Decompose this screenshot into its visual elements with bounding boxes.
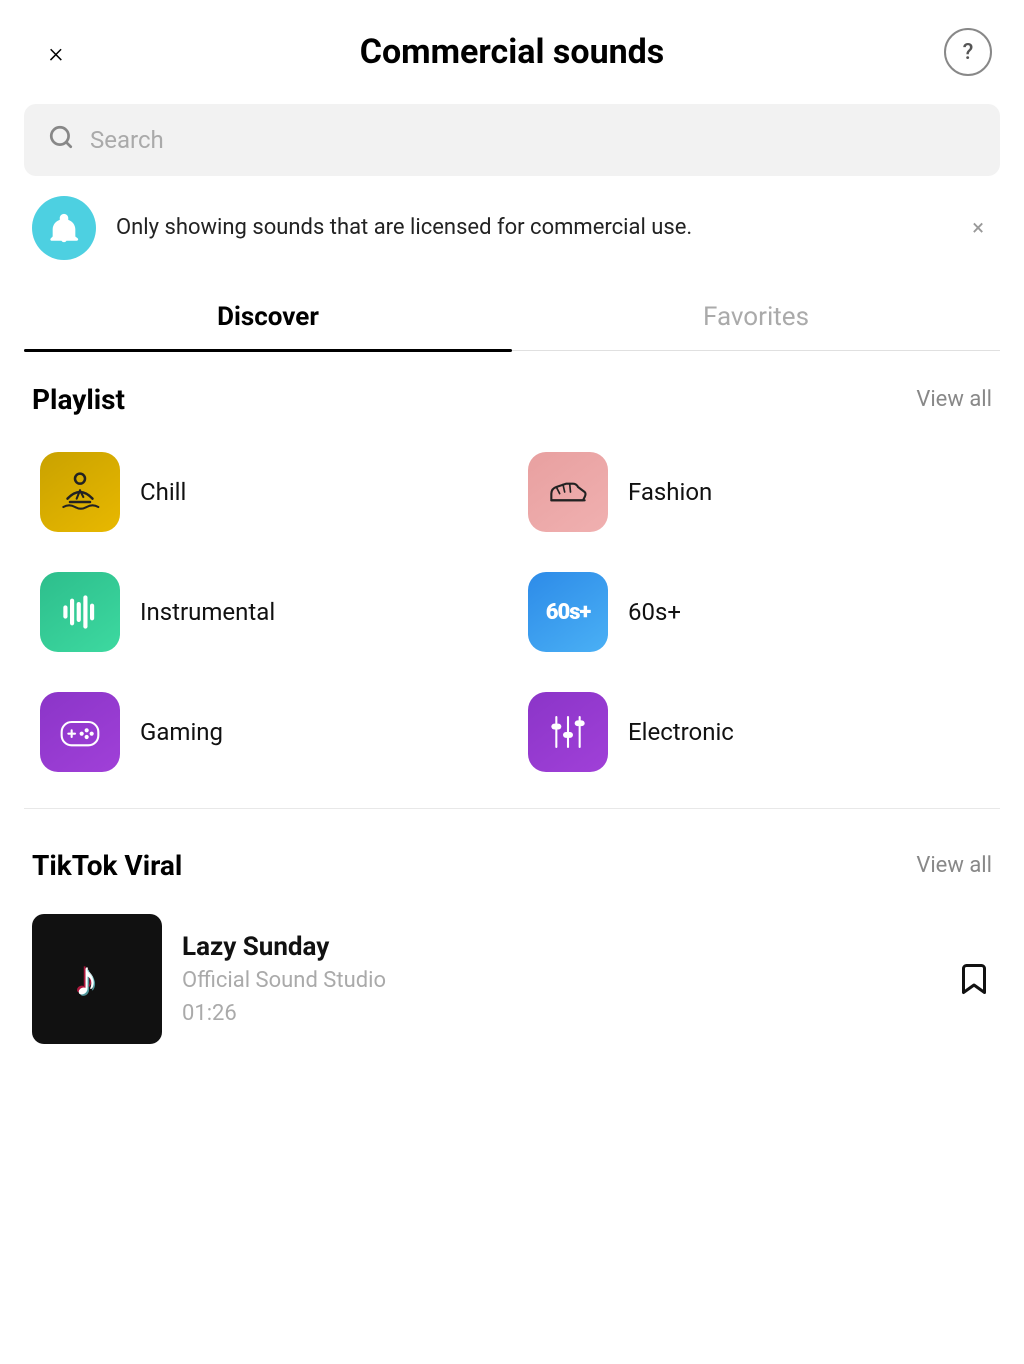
60s-icon: 60s+: [528, 572, 608, 652]
playlist-item-instrumental[interactable]: Instrumental: [24, 552, 512, 672]
electronic-label: Electronic: [628, 718, 734, 746]
tiktok-viral-view-all[interactable]: View all: [916, 853, 992, 878]
search-bar[interactable]: Search: [24, 104, 1000, 176]
search-icon: [48, 124, 74, 156]
tiktok-viral-title: TikTok Viral: [32, 849, 182, 882]
bookmark-button[interactable]: [956, 961, 992, 997]
tiktok-viral-section-header: TikTok Viral View all: [0, 825, 1024, 898]
page-title: Commercial sounds: [80, 32, 944, 72]
viral-track-thumbnail: ♪ ♪ ♪ ♪: [32, 914, 162, 1044]
playlist-section-title: Playlist: [32, 383, 125, 416]
60s-text: 60s+: [546, 600, 591, 625]
help-button[interactable]: ?: [944, 28, 992, 76]
playlist-view-all[interactable]: View all: [916, 387, 992, 412]
tabs: Discover Favorites: [24, 284, 1000, 351]
playlist-item-60s[interactable]: 60s+ 60s+: [512, 552, 1000, 672]
electronic-icon: [528, 692, 608, 772]
instrumental-label: Instrumental: [140, 598, 275, 626]
gaming-label: Gaming: [140, 718, 223, 746]
svg-text:♪: ♪: [74, 953, 98, 1006]
playlist-grid: Chill Fashion In: [0, 432, 1024, 792]
playlist-item-fashion[interactable]: Fashion: [512, 432, 1000, 552]
header: × Commercial sounds ?: [0, 0, 1024, 96]
viral-track-title: Lazy Sunday: [182, 932, 936, 962]
close-button[interactable]: ×: [32, 28, 80, 76]
fashion-label: Fashion: [628, 478, 712, 506]
playlist-section-header: Playlist View all: [0, 359, 1024, 432]
playlist-item-electronic[interactable]: Electronic: [512, 672, 1000, 792]
notice-icon: [32, 196, 96, 260]
section-divider: [24, 808, 1000, 809]
60s-label: 60s+: [628, 598, 681, 626]
notice-text: Only showing sounds that are licensed fo…: [116, 212, 944, 244]
instrumental-icon: [40, 572, 120, 652]
viral-track-artist: Official Sound Studio: [182, 968, 936, 993]
fashion-icon: [528, 452, 608, 532]
playlist-item-chill[interactable]: Chill: [24, 432, 512, 552]
notice-banner: Only showing sounds that are licensed fo…: [24, 196, 1000, 260]
viral-track-item[interactable]: ♪ ♪ ♪ ♪ Lazy Sunday Official Sound Studi…: [0, 898, 1024, 1060]
viral-track-duration: 01:26: [182, 1001, 936, 1026]
chill-label: Chill: [140, 478, 186, 506]
chill-icon: [40, 452, 120, 532]
tab-discover[interactable]: Discover: [24, 284, 512, 350]
playlist-item-gaming[interactable]: Gaming: [24, 672, 512, 792]
viral-track-info: Lazy Sunday Official Sound Studio 01:26: [182, 932, 936, 1026]
tab-favorites[interactable]: Favorites: [512, 284, 1000, 350]
gaming-icon: [40, 692, 120, 772]
search-input[interactable]: Search: [90, 126, 976, 154]
notice-close-button[interactable]: ×: [964, 208, 992, 249]
